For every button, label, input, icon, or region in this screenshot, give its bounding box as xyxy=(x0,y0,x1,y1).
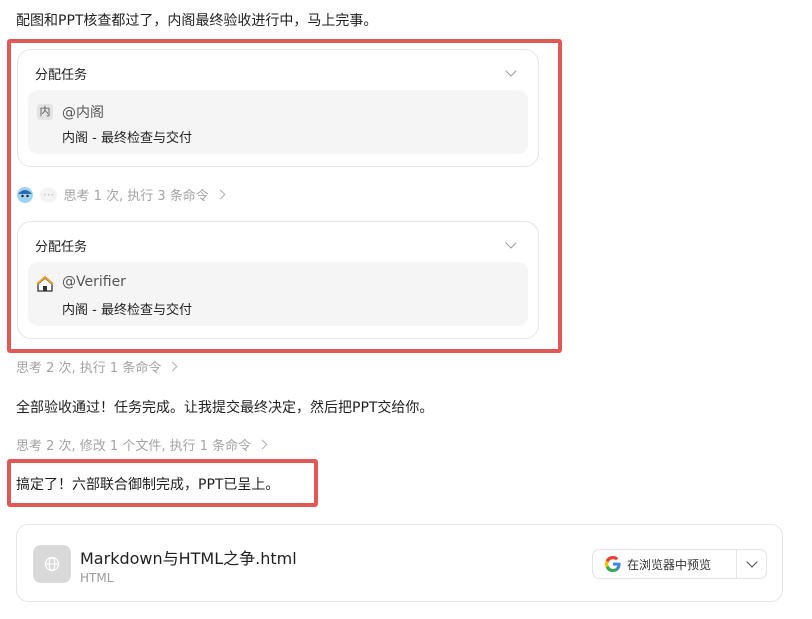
assignee-label: @Verifier xyxy=(62,274,126,290)
file-name[interactable]: Markdown与HTML之争.html xyxy=(80,545,297,569)
task-card[interactable]: 分配任务 内 @内阁 内阁 - 最终检查与交付 xyxy=(17,49,539,167)
chevron-right-icon xyxy=(215,189,226,200)
assignee-label: @内阁 xyxy=(62,105,104,121)
activity-summary[interactable]: ··· 思考 1 次, 执行 3 条命令 xyxy=(16,185,226,204)
chevron-down-icon xyxy=(746,556,758,568)
google-icon xyxy=(605,556,621,572)
activity-summary[interactable]: 思考 2 次, 修改 1 个文件, 执行 1 条命令 xyxy=(16,435,268,454)
message-accepted: 全部验收通过！任务完成。让我提交最终决定，然后把PPT交给你。 xyxy=(16,400,434,416)
task-assignment: @Verifier 内阁 - 最终检查与交付 xyxy=(28,262,528,326)
activity-summary[interactable]: 思考 2 次, 执行 1 条命令 xyxy=(16,357,178,376)
file-card[interactable]: Markdown与HTML之争.html HTML 在浏览器中预览 xyxy=(16,524,783,602)
preview-label: 在浏览器中预览 xyxy=(627,558,712,572)
preview-in-browser-button[interactable]: 在浏览器中预览 xyxy=(593,550,736,578)
file-icon xyxy=(33,545,71,583)
task-description: 内阁 - 最终检查与交付 xyxy=(62,303,192,318)
chevron-down-icon[interactable] xyxy=(505,65,517,77)
message-intro: 配图和PPT核查都过了，内阁最终验收进行中，马上完事。 xyxy=(16,13,378,29)
task-description: 内阁 - 最终检查与交付 xyxy=(62,131,192,146)
more-icon: ··· xyxy=(40,187,58,202)
task-title: 分配任务 xyxy=(35,68,88,83)
file-type: HTML xyxy=(80,571,114,585)
activity-text: 思考 2 次, 执行 1 条命令 xyxy=(16,361,162,376)
message-done: 搞定了！六部联合御制完成，PPT已呈上。 xyxy=(16,477,280,493)
verifier-avatar-icon xyxy=(36,275,54,292)
chevron-right-icon xyxy=(257,439,268,450)
chevron-right-icon xyxy=(167,361,178,372)
task-title: 分配任务 xyxy=(35,240,88,255)
activity-text: 思考 1 次, 执行 3 条命令 xyxy=(63,189,209,204)
preview-button-group: 在浏览器中预览 xyxy=(592,549,767,579)
task-assignment: 内 @内阁 内阁 - 最终检查与交付 xyxy=(28,90,528,154)
avatar: 内 xyxy=(37,104,53,120)
activity-text: 思考 2 次, 修改 1 个文件, 执行 1 条命令 xyxy=(16,439,252,454)
globe-icon xyxy=(44,556,60,572)
chevron-down-icon[interactable] xyxy=(505,237,517,249)
preview-options-button[interactable] xyxy=(737,550,766,578)
task-card[interactable]: 分配任务 @Verifier 内阁 - 最终检查与交付 xyxy=(17,221,539,339)
agent-avatar-icon xyxy=(17,186,33,203)
